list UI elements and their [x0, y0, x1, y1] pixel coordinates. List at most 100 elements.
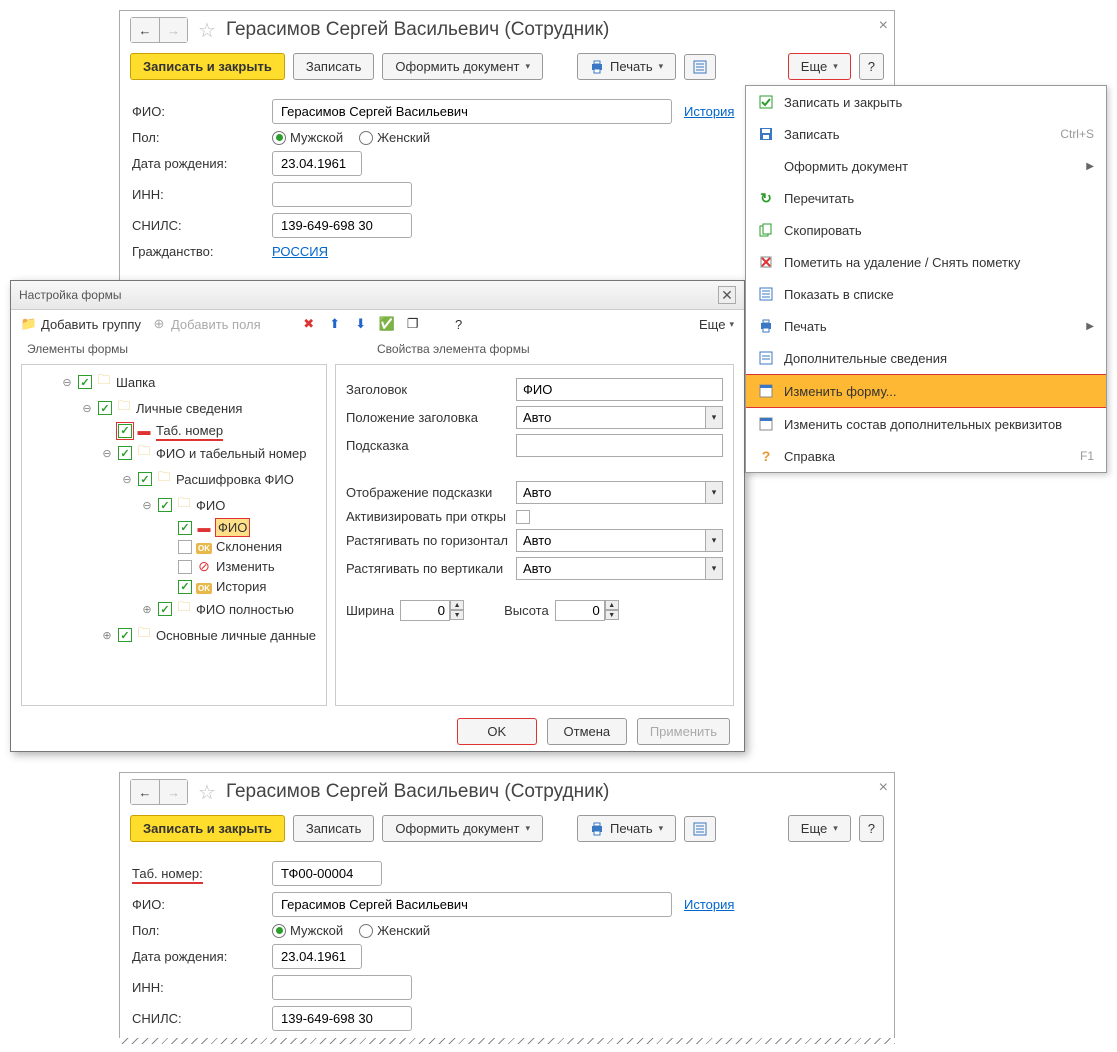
- tree-checkbox[interactable]: ✓: [98, 401, 112, 415]
- favorite-star-icon[interactable]: ☆: [198, 18, 216, 43]
- tree-node[interactable]: ⊖✓🗀ФИО и табельный номер: [22, 440, 326, 466]
- snils-input[interactable]: [272, 213, 412, 238]
- tree-checkbox[interactable]: ✓: [138, 472, 152, 486]
- history-link[interactable]: История: [684, 897, 734, 912]
- dialog-close-icon[interactable]: ✕: [718, 286, 736, 304]
- gender-male-radio[interactable]: Мужской: [272, 923, 343, 938]
- prop-hint-display-select[interactable]: [516, 481, 705, 504]
- citizenship-link[interactable]: РОССИЯ: [272, 244, 328, 259]
- expand-toggle[interactable]: ⊖: [60, 376, 74, 389]
- fio-input[interactable]: [272, 892, 672, 917]
- tree-node[interactable]: ⊕✓🗀Основные личные данные: [22, 622, 326, 648]
- more-button[interactable]: Еще▾: [788, 53, 851, 80]
- menu-item[interactable]: Оформить документ▶: [746, 150, 1106, 182]
- tree-node[interactable]: ⊖✓🗀Личные сведения: [22, 395, 326, 421]
- spinner-up[interactable]: ▲: [450, 600, 464, 610]
- prop-title-input[interactable]: [516, 378, 723, 401]
- tree-node[interactable]: OKСклонения: [22, 537, 326, 556]
- toolbar-help-icon[interactable]: ?: [451, 316, 467, 332]
- make-document-button[interactable]: Оформить документ▾: [382, 53, 543, 80]
- print-button[interactable]: Печать▾: [577, 815, 676, 842]
- tree-node[interactable]: ✓OKИстория: [22, 577, 326, 596]
- snils-input[interactable]: [272, 1006, 412, 1031]
- prop-stretch-h-select[interactable]: [516, 529, 705, 552]
- prop-width-input[interactable]: [400, 600, 450, 621]
- check-all-icon[interactable]: ✅: [379, 316, 395, 332]
- dropdown-button[interactable]: ▾: [705, 481, 723, 504]
- tree-checkbox[interactable]: [178, 540, 192, 554]
- expand-toggle[interactable]: ⊖: [140, 499, 154, 512]
- fio-input[interactable]: [272, 99, 672, 124]
- list-icon-button[interactable]: [684, 816, 716, 842]
- spinner-down[interactable]: ▼: [605, 610, 619, 620]
- tree-node[interactable]: ⊖✓🗀Расшифровка ФИО: [22, 466, 326, 492]
- tree-node[interactable]: ✓▬Таб. номер: [22, 421, 326, 440]
- tree-node[interactable]: ⊕✓🗀ФИО полностью: [22, 596, 326, 622]
- tree-checkbox[interactable]: ✓: [118, 446, 132, 460]
- tree-checkbox[interactable]: ✓: [178, 521, 192, 535]
- save-button[interactable]: Записать: [293, 53, 375, 80]
- menu-item[interactable]: Изменить форму...: [746, 374, 1106, 408]
- close-icon[interactable]: ×: [879, 17, 888, 35]
- save-and-close-button[interactable]: Записать и закрыть: [130, 53, 285, 80]
- menu-item[interactable]: Показать в списке: [746, 278, 1106, 310]
- add-fields-button[interactable]: ⊕ Добавить поля: [151, 316, 261, 332]
- menu-item[interactable]: ЗаписатьCtrl+S: [746, 118, 1106, 150]
- make-document-button[interactable]: Оформить документ▾: [382, 815, 543, 842]
- tree-node[interactable]: ✓▬ФИО: [22, 518, 326, 537]
- dropdown-button[interactable]: ▾: [705, 406, 723, 429]
- tree-checkbox[interactable]: ✓: [78, 375, 92, 389]
- more-button[interactable]: Еще▾: [788, 815, 851, 842]
- dropdown-button[interactable]: ▾: [705, 529, 723, 552]
- menu-item[interactable]: ↻Перечитать: [746, 182, 1106, 214]
- tabnum-input[interactable]: [272, 861, 382, 886]
- save-button[interactable]: Записать: [293, 815, 375, 842]
- prop-stretch-v-select[interactable]: [516, 557, 705, 580]
- gender-female-radio[interactable]: Женский: [359, 130, 430, 145]
- tree-checkbox[interactable]: ✓: [118, 628, 132, 642]
- menu-item[interactable]: Дополнительные сведения: [746, 342, 1106, 374]
- menu-item[interactable]: Пометить на удаление / Снять пометку: [746, 246, 1106, 278]
- inn-input[interactable]: [272, 975, 412, 1000]
- tree-checkbox[interactable]: [178, 560, 192, 574]
- history-link[interactable]: История: [684, 104, 734, 119]
- forward-button[interactable]: →: [159, 18, 187, 42]
- expand-toggle[interactable]: ⊕: [100, 629, 114, 642]
- help-button[interactable]: ?: [859, 53, 884, 80]
- tree-checkbox[interactable]: ✓: [158, 602, 172, 616]
- back-button[interactable]: ←: [131, 18, 159, 42]
- birth-input[interactable]: [272, 944, 362, 969]
- prop-height-input[interactable]: [555, 600, 605, 621]
- dropdown-button[interactable]: ▾: [705, 557, 723, 580]
- tree-checkbox[interactable]: ✓: [178, 580, 192, 594]
- delete-icon[interactable]: ✖: [301, 316, 317, 332]
- save-and-close-button[interactable]: Записать и закрыть: [130, 815, 285, 842]
- copy-icon[interactable]: ❐: [405, 316, 421, 332]
- gender-male-radio[interactable]: Мужской: [272, 130, 343, 145]
- tree-checkbox[interactable]: ✓: [118, 424, 132, 438]
- add-group-button[interactable]: 📁 Добавить группу: [21, 316, 141, 332]
- prop-activate-checkbox[interactable]: [516, 510, 530, 524]
- menu-item[interactable]: Изменить состав дополнительных реквизито…: [746, 408, 1106, 440]
- apply-button[interactable]: Применить: [637, 718, 730, 745]
- cancel-button[interactable]: Отмена: [547, 718, 627, 745]
- list-icon-button[interactable]: [684, 54, 716, 80]
- tree-node[interactable]: ⊖✓🗀Шапка: [22, 369, 326, 395]
- expand-toggle[interactable]: ⊖: [120, 473, 134, 486]
- close-icon[interactable]: ×: [879, 779, 888, 797]
- dialog-more-button[interactable]: Еще ▾: [699, 317, 734, 332]
- gender-female-radio[interactable]: Женский: [359, 923, 430, 938]
- print-button[interactable]: Печать▾: [577, 53, 676, 80]
- tree-node[interactable]: ⊘Изменить: [22, 556, 326, 577]
- move-down-icon[interactable]: ⬇: [353, 316, 369, 332]
- menu-item[interactable]: Скопировать: [746, 214, 1106, 246]
- expand-toggle[interactable]: ⊖: [80, 402, 94, 415]
- favorite-star-icon[interactable]: ☆: [198, 780, 216, 805]
- spinner-up[interactable]: ▲: [605, 600, 619, 610]
- tree-checkbox[interactable]: ✓: [158, 498, 172, 512]
- expand-toggle[interactable]: ⊖: [100, 447, 114, 460]
- expand-toggle[interactable]: ⊕: [140, 603, 154, 616]
- inn-input[interactable]: [272, 182, 412, 207]
- help-button[interactable]: ?: [859, 815, 884, 842]
- move-up-icon[interactable]: ⬆: [327, 316, 343, 332]
